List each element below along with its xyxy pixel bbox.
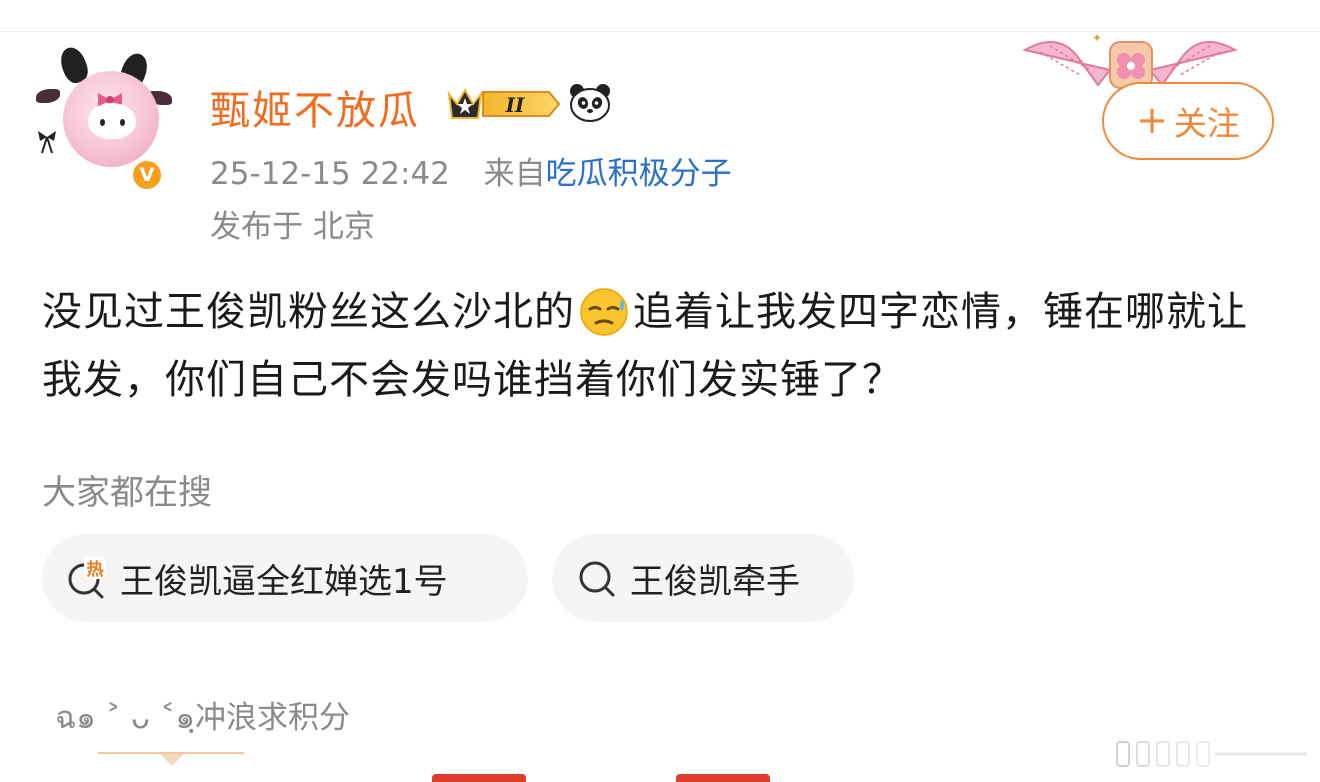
avatar-small-bow-icon	[38, 131, 56, 154]
panda-icon	[570, 84, 610, 122]
bottom-card-peek	[432, 774, 526, 782]
source-prefix: 来自	[483, 156, 546, 192]
scroll-indicator	[1116, 741, 1307, 767]
hot-search-icon: 热	[68, 557, 106, 599]
author-name[interactable]: 甄姬不放瓜	[210, 78, 420, 136]
post-text-part-1: 没见过王俊凯粉丝这么沙北的	[42, 289, 575, 335]
follow-label: 关注	[1173, 104, 1240, 143]
avatar-left-wing	[36, 89, 60, 103]
post-location: 发布于 北京	[210, 209, 375, 245]
hot-search-chip[interactable]: 热 王俊凯逼全红婵选1号	[42, 534, 528, 622]
search-icon	[579, 561, 615, 597]
search-section-title: 大家都在搜	[42, 473, 212, 513]
bottom-card-peek	[676, 774, 770, 782]
supertopic-text[interactable]: ฉ๑ ˃ ᴗ ˂๑ฺ冲浪求积分	[55, 692, 350, 742]
verified-mark: V	[139, 164, 155, 186]
bottom-tab-indicator	[98, 752, 244, 766]
verified-badge: V	[130, 158, 164, 192]
search-chip[interactable]: 王俊凯牵手	[552, 534, 854, 622]
hot-tag: 热	[87, 559, 104, 580]
avatar-eye	[100, 119, 105, 126]
post-meta: 25-12-15 22:42 来自吃瓜积极分子	[210, 148, 732, 193]
search-chip-label: 王俊凯牵手	[630, 561, 800, 602]
avatar-eye	[120, 119, 125, 126]
plus-icon: +	[1136, 97, 1168, 142]
sweat-emoji	[580, 288, 628, 336]
crown-level-icon: II	[447, 87, 561, 119]
level-badge-text: II	[505, 93, 525, 117]
post-text: 没见过王俊凯粉丝这么沙北的 追着让我发四字恋情，锤在哪就让我发，你们自己不会发吗…	[42, 278, 1282, 414]
post-source-link[interactable]: 吃瓜积极分子	[546, 156, 732, 192]
follow-button[interactable]: + 关注	[1102, 82, 1274, 160]
avatar-kitty-face	[88, 103, 136, 139]
avatar[interactable]: V	[30, 43, 180, 195]
svg-text:✦: ✦	[1092, 31, 1102, 45]
post-timestamp: 25-12-15 22:42	[210, 156, 450, 192]
hot-search-label: 王俊凯逼全红婵选1号	[120, 561, 448, 602]
